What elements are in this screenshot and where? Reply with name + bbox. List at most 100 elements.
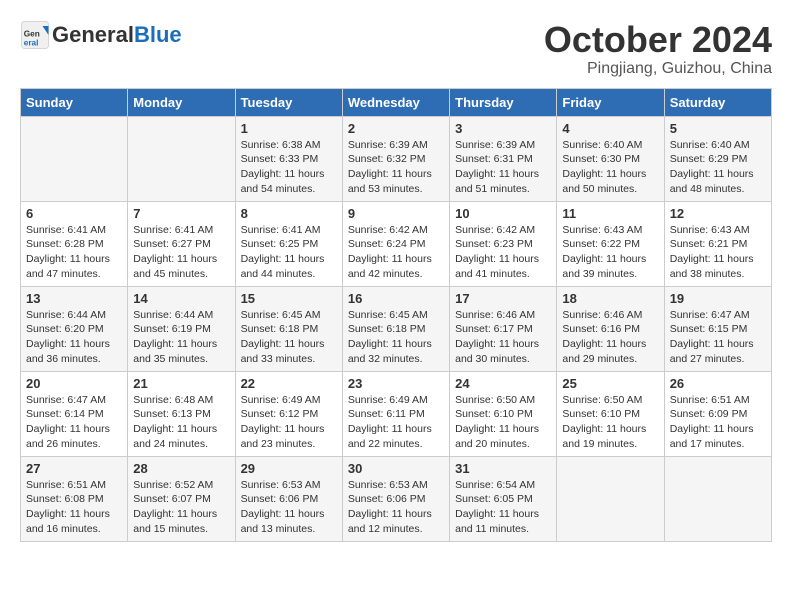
day-number: 6 (26, 206, 122, 221)
day-info: Sunrise: 6:38 AMSunset: 6:33 PMDaylight:… (241, 139, 325, 195)
calendar-cell: 11Sunrise: 6:43 AMSunset: 6:22 PMDayligh… (557, 201, 664, 286)
title-area: October 2024 Pingjiang, Guizhou, China (544, 20, 772, 78)
calendar-cell: 7 Sunrise: 6:41 AMSunset: 6:27 PMDaylight… (128, 201, 235, 286)
calendar-cell: 10 Sunrise: 6:42 AMSunset: 6:23 PMDayligh… (450, 201, 557, 286)
day-info: Sunrise: 6:42 AMSunset: 6:23 PMDaylight:… (455, 224, 539, 280)
day-info: Sunrise: 6:45 AMSunset: 6:18 PMDaylight:… (241, 309, 325, 365)
day-number: 8 (241, 206, 337, 221)
day-number: 3 (455, 121, 551, 136)
day-number: 12 (670, 206, 766, 221)
day-number: 22 (241, 376, 337, 391)
day-info: Sunrise: 6:48 AMSunset: 6:13 PMDaylight:… (133, 394, 217, 450)
day-info: Sunrise: 6:43 AMSunset: 6:21 PMDaylight:… (670, 224, 754, 280)
calendar-cell: 15 Sunrise: 6:45 AMSunset: 6:18 PMDayligh… (235, 286, 342, 371)
day-number: 21 (133, 376, 229, 391)
day-number: 20 (26, 376, 122, 391)
day-number: 16 (348, 291, 444, 306)
day-number: 4 (562, 121, 658, 136)
calendar-cell: 21 Sunrise: 6:48 AMSunset: 6:13 PMDayligh… (128, 371, 235, 456)
day-number: 24 (455, 376, 551, 391)
header-wednesday: Wednesday (342, 88, 449, 116)
day-number: 19 (670, 291, 766, 306)
day-info: Sunrise: 6:39 AMSunset: 6:31 PMDaylight:… (455, 139, 539, 195)
day-info: Sunrise: 6:39 AMSunset: 6:32 PMDaylight:… (348, 139, 432, 195)
day-info: Sunrise: 6:44 AMSunset: 6:19 PMDaylight:… (133, 309, 217, 365)
calendar-cell: 25 Sunrise: 6:50 AMSunset: 6:10 PMDayligh… (557, 371, 664, 456)
day-number: 27 (26, 461, 122, 476)
calendar-week-row: 1 Sunrise: 6:38 AMSunset: 6:33 PMDaylight… (21, 116, 772, 201)
day-number: 15 (241, 291, 337, 306)
day-number: 30 (348, 461, 444, 476)
day-number: 26 (670, 376, 766, 391)
day-number: 25 (562, 376, 658, 391)
calendar-week-row: 27 Sunrise: 6:51 AMSunset: 6:08 PMDayligh… (21, 456, 772, 541)
day-number: 17 (455, 291, 551, 306)
day-info: Sunrise: 6:41 AMSunset: 6:27 PMDaylight:… (133, 224, 217, 280)
day-number: 7 (133, 206, 229, 221)
day-info: Sunrise: 6:53 AMSunset: 6:06 PMDaylight:… (348, 479, 432, 535)
day-number: 2 (348, 121, 444, 136)
calendar-cell: 14 Sunrise: 6:44 AMSunset: 6:19 PMDayligh… (128, 286, 235, 371)
header-saturday: Saturday (664, 88, 771, 116)
calendar-cell: 16Sunrise: 6:45 AMSunset: 6:18 PMDayligh… (342, 286, 449, 371)
day-info: Sunrise: 6:51 AMSunset: 6:08 PMDaylight:… (26, 479, 110, 535)
calendar-cell: 29 Sunrise: 6:53 AMSunset: 6:06 PMDayligh… (235, 456, 342, 541)
calendar-cell (664, 456, 771, 541)
svg-text:eral: eral (24, 39, 39, 48)
calendar-cell: 2 Sunrise: 6:39 AMSunset: 6:32 PMDaylight… (342, 116, 449, 201)
day-info: Sunrise: 6:40 AMSunset: 6:30 PMDaylight:… (562, 139, 646, 195)
day-number: 23 (348, 376, 444, 391)
calendar-cell: 24 Sunrise: 6:50 AMSunset: 6:10 PMDayligh… (450, 371, 557, 456)
day-info: Sunrise: 6:50 AMSunset: 6:10 PMDaylight:… (455, 394, 539, 450)
day-info: Sunrise: 6:49 AMSunset: 6:12 PMDaylight:… (241, 394, 325, 450)
calendar-cell: 13Sunrise: 6:44 AMSunset: 6:20 PMDayligh… (21, 286, 128, 371)
day-number: 1 (241, 121, 337, 136)
day-info: Sunrise: 6:42 AMSunset: 6:24 PMDaylight:… (348, 224, 432, 280)
logo: Gen eral GeneralBlue (20, 20, 182, 50)
header-thursday: Thursday (450, 88, 557, 116)
logo-general-text: GeneralBlue (52, 22, 182, 48)
calendar-cell: 31Sunrise: 6:54 AMSunset: 6:05 PMDayligh… (450, 456, 557, 541)
calendar-cell: 20 Sunrise: 6:47 AMSunset: 6:14 PMDayligh… (21, 371, 128, 456)
calendar-week-row: 13Sunrise: 6:44 AMSunset: 6:20 PMDayligh… (21, 286, 772, 371)
day-info: Sunrise: 6:50 AMSunset: 6:10 PMDaylight:… (562, 394, 646, 450)
day-number: 18 (562, 291, 658, 306)
calendar-cell: 9 Sunrise: 6:42 AMSunset: 6:24 PMDaylight… (342, 201, 449, 286)
calendar-header-row: Sunday Monday Tuesday Wednesday Thursday… (21, 88, 772, 116)
day-info: Sunrise: 6:44 AMSunset: 6:20 PMDaylight:… (26, 309, 110, 365)
calendar-cell: 23Sunrise: 6:49 AMSunset: 6:11 PMDayligh… (342, 371, 449, 456)
calendar-cell: 27 Sunrise: 6:51 AMSunset: 6:08 PMDayligh… (21, 456, 128, 541)
calendar-cell: 8 Sunrise: 6:41 AMSunset: 6:25 PMDaylight… (235, 201, 342, 286)
day-number: 29 (241, 461, 337, 476)
day-info: Sunrise: 6:41 AMSunset: 6:25 PMDaylight:… (241, 224, 325, 280)
month-title: October 2024 (544, 20, 772, 60)
day-number: 5 (670, 121, 766, 136)
calendar-cell: 6 Sunrise: 6:41 AMSunset: 6:28 PMDaylight… (21, 201, 128, 286)
header-tuesday: Tuesday (235, 88, 342, 116)
calendar-cell: 4 Sunrise: 6:40 AMSunset: 6:30 PMDaylight… (557, 116, 664, 201)
header-monday: Monday (128, 88, 235, 116)
calendar-week-row: 20 Sunrise: 6:47 AMSunset: 6:14 PMDayligh… (21, 371, 772, 456)
calendar-cell (21, 116, 128, 201)
calendar-cell: 19 Sunrise: 6:47 AMSunset: 6:15 PMDayligh… (664, 286, 771, 371)
calendar-cell: 18Sunrise: 6:46 AMSunset: 6:16 PMDayligh… (557, 286, 664, 371)
day-number: 10 (455, 206, 551, 221)
day-number: 9 (348, 206, 444, 221)
day-info: Sunrise: 6:41 AMSunset: 6:28 PMDaylight:… (26, 224, 110, 280)
calendar-cell: 28Sunrise: 6:52 AMSunset: 6:07 PMDayligh… (128, 456, 235, 541)
calendar-cell (557, 456, 664, 541)
day-info: Sunrise: 6:54 AMSunset: 6:05 PMDaylight:… (455, 479, 539, 535)
day-info: Sunrise: 6:46 AMSunset: 6:17 PMDaylight:… (455, 309, 539, 365)
day-info: Sunrise: 6:53 AMSunset: 6:06 PMDaylight:… (241, 479, 325, 535)
day-number: 14 (133, 291, 229, 306)
day-number: 11 (562, 206, 658, 221)
calendar-cell: 3 Sunrise: 6:39 AMSunset: 6:31 PMDaylight… (450, 116, 557, 201)
page-header: Gen eral GeneralBlue October 2024 Pingji… (20, 20, 772, 78)
calendar-cell: 17 Sunrise: 6:46 AMSunset: 6:17 PMDayligh… (450, 286, 557, 371)
calendar-cell: 30 Sunrise: 6:53 AMSunset: 6:06 PMDayligh… (342, 456, 449, 541)
calendar-cell (128, 116, 235, 201)
day-info: Sunrise: 6:47 AMSunset: 6:14 PMDaylight:… (26, 394, 110, 450)
calendar-cell: 1 Sunrise: 6:38 AMSunset: 6:33 PMDaylight… (235, 116, 342, 201)
location: Pingjiang, Guizhou, China (544, 60, 772, 78)
day-info: Sunrise: 6:47 AMSunset: 6:15 PMDaylight:… (670, 309, 754, 365)
